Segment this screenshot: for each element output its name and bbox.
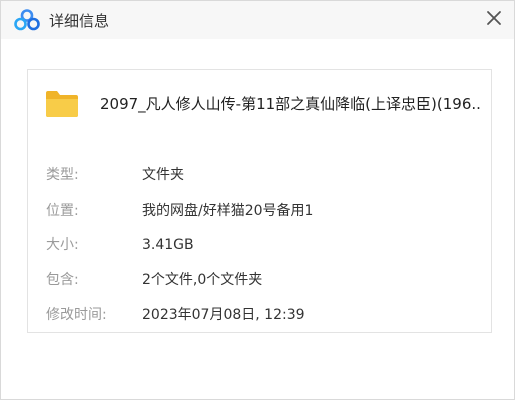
folder-icon xyxy=(46,91,78,117)
size-label: 大小: xyxy=(46,237,79,253)
detail-row-type: 类型: 文件夹 xyxy=(28,164,491,186)
detail-row-size: 大小: 3.41GB xyxy=(28,234,491,256)
contains-label: 包含: xyxy=(46,272,79,288)
detail-row-location: 位置: 我的网盘/好样猫20号备用1 xyxy=(28,200,491,222)
close-button[interactable] xyxy=(481,5,507,31)
file-name: 2097_凡人修人山传-第11部之真仙降临(上译忠臣)(196... xyxy=(100,95,482,113)
type-label: 类型: xyxy=(46,167,79,183)
type-value: 文件夹 xyxy=(142,167,184,183)
detail-row-contains: 包含: 2个文件,0个文件夹 xyxy=(28,269,491,291)
close-icon[interactable] xyxy=(481,5,507,31)
location-label: 位置: xyxy=(46,203,79,219)
detail-row-modified: 修改时间: 2023年07月08日, 12:39 xyxy=(28,304,491,326)
dialog-title: 详细信息 xyxy=(49,12,110,30)
details-dialog: 详细信息 2097_凡人修人山传-第11部之真仙降临(上译忠臣)(196... … xyxy=(0,0,515,400)
modified-label: 修改时间: xyxy=(46,307,107,323)
location-value: 我的网盘/好样猫20号备用1 xyxy=(142,203,314,219)
modified-value: 2023年07月08日, 12:39 xyxy=(142,307,305,323)
size-value: 3.41GB xyxy=(142,237,194,253)
title-bar: 详细信息 xyxy=(1,1,514,39)
baidu-netdisk-logo-icon xyxy=(14,9,40,31)
details-panel: 2097_凡人修人山传-第11部之真仙降临(上译忠臣)(196... 类型: 文… xyxy=(27,69,492,333)
contains-value: 2个文件,0个文件夹 xyxy=(142,272,263,288)
